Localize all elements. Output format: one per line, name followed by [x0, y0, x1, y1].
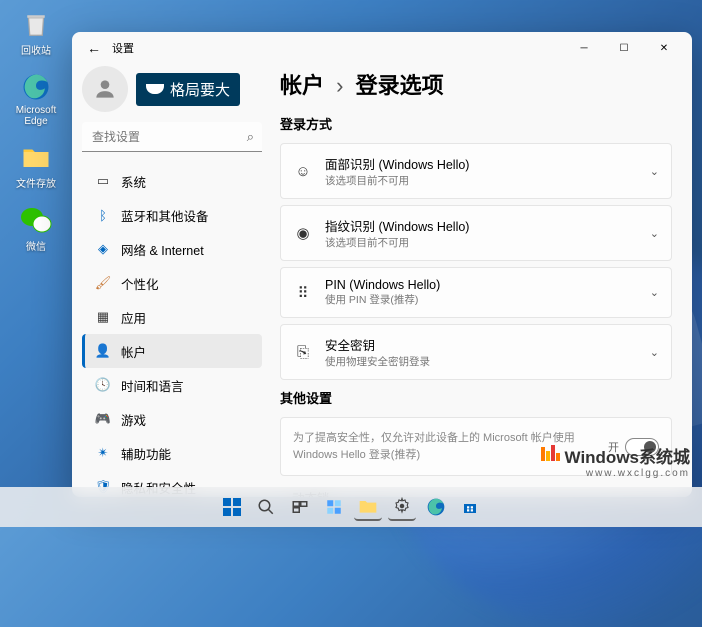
chevron-down-icon: ⌄: [650, 227, 659, 240]
system-icon: ▭: [95, 173, 111, 189]
chevron-down-icon: ⌄: [650, 165, 659, 178]
desktop-icon-label: 微信: [26, 238, 46, 253]
face-icon: ☺: [293, 163, 313, 180]
profile-block[interactable]: 格局要大: [82, 66, 262, 112]
sidebar-item-label: 应用: [121, 308, 146, 327]
sidebar-item-label: 帐户: [121, 342, 146, 361]
sidebar-item-accounts[interactable]: 👤 帐户: [82, 334, 262, 368]
sidebar-item-label: 时间和语言: [121, 376, 184, 395]
minimize-button[interactable]: ─: [564, 34, 604, 62]
option-security-key[interactable]: ⎘ 安全密钥使用物理安全密钥登录 ⌄: [280, 324, 672, 380]
taskbar: [0, 487, 702, 527]
desktop-icon-recycle-bin[interactable]: 回收站: [10, 8, 62, 57]
watermark-title: Windows系统城: [565, 443, 690, 468]
bluetooth-icon: ᛒ: [95, 207, 111, 223]
taskbar-search[interactable]: [252, 493, 280, 521]
option-sub: 使用物理安全密钥登录: [325, 354, 638, 369]
taskbar-explorer[interactable]: [354, 493, 382, 521]
maximize-button[interactable]: ☐: [604, 34, 644, 62]
option-title: PIN (Windows Hello): [325, 278, 638, 292]
sidebar-item-label: 游戏: [121, 410, 146, 429]
desktop-icon-label: 文件存放: [16, 175, 56, 190]
start-button[interactable]: [218, 493, 246, 521]
sidebar-item-time[interactable]: 🕓 时间和语言: [82, 368, 262, 402]
wifi-icon: ◈: [95, 241, 111, 257]
desktop-icons: 回收站 Microsoft Edge 文件存放 微信: [10, 8, 62, 253]
game-icon: 🎮: [95, 411, 111, 427]
chevron-down-icon: ⌄: [650, 286, 659, 299]
clock-icon: 🕓: [95, 377, 111, 393]
section-signin-header: 登录方式: [280, 114, 672, 133]
watermark: Windows系统城 www.wxclgg.com: [541, 443, 690, 479]
section-other-header: 其他设置: [280, 388, 672, 407]
taskbar-store[interactable]: [456, 493, 484, 521]
task-view[interactable]: [286, 493, 314, 521]
window-title: 设置: [112, 40, 134, 56]
option-pin[interactable]: ⠿ PIN (Windows Hello)使用 PIN 登录(推荐) ⌄: [280, 267, 672, 318]
keypad-icon: ⠿: [293, 284, 313, 302]
option-title: 安全密钥: [325, 335, 638, 354]
person-icon: 👤: [95, 343, 111, 359]
widgets[interactable]: [320, 493, 348, 521]
sidebar-item-bluetooth[interactable]: ᛒ 蓝牙和其他设备: [82, 198, 262, 232]
nav-list: ▭ 系统 ᛒ 蓝牙和其他设备 ◈ 网络 & Internet 🖌 个性化 ▦ 应用 👤 帐户…: [82, 164, 262, 497]
sidebar-item-label: 蓝牙和其他设备: [121, 206, 209, 225]
option-sub: 使用 PIN 登录(推荐): [325, 292, 638, 307]
breadcrumb-current: 登录选项: [356, 73, 444, 98]
option-sub: 该选项目前不可用: [325, 235, 638, 250]
avatar: [82, 66, 128, 112]
sidebar: 格局要大 ⌕ ▭ 系统 ᛒ 蓝牙和其他设备 ◈ 网络 & Internet 🖌 个性化 …: [72, 64, 272, 497]
sidebar-item-accessibility[interactable]: ✴ 辅助功能: [82, 436, 262, 470]
sidebar-item-gaming[interactable]: 🎮 游戏: [82, 402, 262, 436]
username: 格局要大: [136, 73, 240, 106]
edge-icon: [20, 71, 52, 103]
sidebar-item-apps[interactable]: ▦ 应用: [82, 300, 262, 334]
content-pane: 帐户 › 登录选项 登录方式 ☺ 面部识别 (Windows Hello)该选项…: [272, 64, 692, 497]
breadcrumb: 帐户 › 登录选项: [280, 68, 672, 100]
desktop-icon-wechat[interactable]: 微信: [10, 204, 62, 253]
sidebar-item-label: 个性化: [121, 274, 159, 293]
sidebar-item-label: 系统: [121, 172, 146, 191]
titlebar: ← 设置 ─ ☐ ✕: [72, 32, 692, 64]
option-face[interactable]: ☺ 面部识别 (Windows Hello)该选项目前不可用 ⌄: [280, 143, 672, 199]
settings-window: ← 设置 ─ ☐ ✕ 格局要大 ⌕ ▭ 系统 ᛒ 蓝牙和其他设备 ◈ 网络 & Int…: [72, 32, 692, 497]
taskbar-edge[interactable]: [422, 493, 450, 521]
apps-icon: ▦: [95, 309, 111, 325]
option-fingerprint[interactable]: ◉ 指纹识别 (Windows Hello)该选项目前不可用 ⌄: [280, 205, 672, 261]
folder-icon: [20, 141, 52, 173]
option-title: 面部识别 (Windows Hello): [325, 154, 638, 173]
wechat-icon: [20, 204, 52, 236]
recycle-bin-icon: [20, 8, 52, 40]
sidebar-item-label: 网络 & Internet: [121, 240, 204, 259]
chevron-down-icon: ⌄: [650, 346, 659, 359]
option-title: 指纹识别 (Windows Hello): [325, 216, 638, 235]
desktop-icon-edge[interactable]: Microsoft Edge: [10, 71, 62, 127]
search-icon: ⌕: [247, 129, 254, 145]
usb-key-icon: ⎘: [293, 344, 313, 361]
close-button[interactable]: ✕: [644, 34, 684, 62]
sidebar-item-label: 辅助功能: [121, 444, 171, 463]
fingerprint-icon: ◉: [293, 224, 313, 242]
watermark-logo-icon: [541, 445, 561, 466]
accessibility-icon: ✴: [95, 445, 111, 461]
sidebar-item-network[interactable]: ◈ 网络 & Internet: [82, 232, 262, 266]
desktop-icon-label: Microsoft Edge: [10, 105, 62, 127]
sidebar-item-system[interactable]: ▭ 系统: [82, 164, 262, 198]
breadcrumb-parent[interactable]: 帐户: [280, 73, 324, 98]
sidebar-item-personalization[interactable]: 🖌 个性化: [82, 266, 262, 300]
search-input[interactable]: [82, 122, 262, 152]
breadcrumb-sep: ›: [336, 73, 343, 98]
back-button[interactable]: ←: [80, 40, 108, 56]
option-sub: 该选项目前不可用: [325, 173, 638, 188]
watermark-url: www.wxclgg.com: [541, 468, 690, 479]
desktop-icon-label: 回收站: [21, 42, 51, 57]
taskbar-settings[interactable]: [388, 493, 416, 521]
brush-icon: 🖌: [95, 275, 111, 291]
desktop-icon-folder[interactable]: 文件存放: [10, 141, 62, 190]
